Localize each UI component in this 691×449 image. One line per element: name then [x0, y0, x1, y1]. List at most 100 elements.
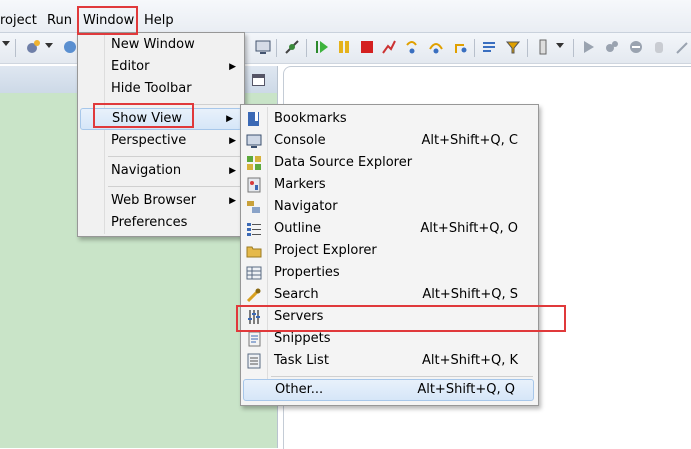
menu-item-label: Data Source Explorer	[274, 155, 413, 170]
menu-item-label: Outline	[274, 221, 322, 236]
menu-item-task-list[interactable]: Task List Alt+Shift+Q, K	[241, 350, 538, 372]
menu-item-bookmarks[interactable]: Bookmarks	[241, 108, 538, 130]
menu-item-perspective[interactable]: Perspective ▶	[78, 130, 244, 152]
menu-item-snippets[interactable]: Snippets	[241, 328, 538, 350]
menu-item-navigator[interactable]: Navigator	[241, 196, 538, 218]
menu-item-label: Snippets	[274, 331, 331, 346]
dropdown-arrow-icon[interactable]	[556, 43, 564, 48]
servers-icon	[248, 310, 260, 324]
menu-item-outline[interactable]: Outline Alt+Shift+Q, O	[241, 218, 538, 240]
menu-item-editor[interactable]: Editor ▶	[78, 56, 244, 78]
menu-item-show-view[interactable]: Show View ▶	[80, 108, 242, 130]
menu-item-label: Navigation	[111, 163, 182, 178]
disconnect-icon[interactable]	[381, 39, 397, 55]
menu-item-markers[interactable]: Markers	[241, 174, 538, 196]
menu-item-data-source-explorer[interactable]: Data Source Explorer	[241, 152, 538, 174]
globe-icon[interactable]	[62, 39, 78, 55]
menu-item-properties[interactable]: Properties	[241, 262, 538, 284]
pin-icon[interactable]	[675, 39, 691, 55]
task-list-icon	[247, 353, 261, 369]
toolbar-separator	[527, 39, 528, 57]
menu-item-web-browser[interactable]: Web Browser ▶	[78, 190, 244, 212]
suspend-icon[interactable]	[336, 39, 352, 55]
drop-to-frame-icon[interactable]	[482, 39, 498, 55]
project-explorer-icon	[246, 246, 262, 258]
menu-item-label: Project Explorer	[274, 243, 377, 258]
menu-item-new-window[interactable]: New Window	[78, 34, 244, 56]
skip-breakpoints-icon[interactable]	[284, 39, 300, 55]
menu-item-label: Preferences	[111, 215, 188, 230]
menu-item-shortcut: Alt+Shift+Q, K	[422, 353, 518, 368]
menu-item-label: Navigator	[274, 199, 338, 214]
menu-item-label: New Window	[111, 37, 195, 52]
new-wizard-icon[interactable]	[25, 39, 41, 55]
data-source-explorer-icon	[247, 156, 261, 170]
menu-run[interactable]: Run	[47, 13, 72, 28]
stop-icon[interactable]	[628, 39, 644, 55]
menu-item-shortcut: Alt+Shift+Q, C	[421, 133, 518, 148]
toolbar-separator	[474, 39, 475, 57]
menu-item-servers[interactable]: Servers	[241, 306, 538, 328]
console-icon	[246, 134, 262, 148]
menu-item-label: Properties	[274, 265, 340, 280]
step-return-icon[interactable]	[452, 39, 468, 55]
menu-separator	[271, 376, 533, 377]
menu-item-label: Show View	[112, 111, 183, 126]
toolbar-separator	[573, 39, 574, 57]
submenu-arrow-icon: ▶	[229, 62, 236, 72]
use-step-filters-icon[interactable]	[505, 39, 521, 55]
outline-icon	[247, 223, 261, 236]
menu-item-search[interactable]: Search Alt+Shift+Q, S	[241, 284, 538, 306]
menu-item-label: Markers	[274, 177, 326, 192]
submenu-arrow-icon: ▶	[229, 166, 236, 176]
dropdown-arrow-icon[interactable]	[45, 43, 53, 48]
markers-icon	[247, 177, 261, 193]
toolbar-separator	[15, 39, 16, 57]
menu-item-label: Hide Toolbar	[111, 81, 192, 96]
menu-item-hide-toolbar[interactable]: Hide Toolbar	[78, 78, 244, 100]
menu-item-label: Other...	[275, 382, 324, 397]
toolbar-separator	[276, 39, 277, 57]
menu-item-shortcut: Alt+Shift+Q, O	[420, 221, 518, 236]
menu-item-shortcut: Alt+Shift+Q, S	[422, 287, 518, 302]
hand-icon[interactable]	[651, 39, 667, 55]
dropdown-arrow-icon[interactable]	[2, 41, 10, 46]
step-into-icon[interactable]	[404, 39, 420, 55]
menu-item-label: Servers	[274, 309, 324, 324]
submenu-arrow-icon: ▶	[226, 114, 233, 124]
show-view-submenu: Bookmarks Console Alt+Shift+Q, C Data So…	[240, 104, 539, 406]
console-view-icon[interactable]	[255, 39, 271, 55]
menu-item-label: Search	[274, 287, 319, 302]
menu-item-navigation[interactable]: Navigation ▶	[78, 160, 244, 182]
external-tools-icon[interactable]	[535, 39, 551, 55]
run-to-line-icon[interactable]	[581, 39, 597, 55]
bookmarks-icon	[248, 112, 259, 126]
menu-item-other[interactable]: Other... Alt+Shift+Q, Q	[243, 379, 534, 401]
resume-icon[interactable]	[314, 39, 330, 55]
menu-item-console[interactable]: Console Alt+Shift+Q, C	[241, 130, 538, 152]
menu-item-shortcut: Alt+Shift+Q, Q	[417, 382, 515, 397]
menu-project[interactable]: roject	[0, 13, 37, 28]
snippets-icon	[248, 331, 261, 347]
terminate-icon[interactable]	[359, 39, 375, 55]
properties-icon	[246, 266, 262, 280]
maximize-icon[interactable]	[252, 74, 265, 86]
menu-window[interactable]: Window	[83, 13, 134, 28]
step-over-icon[interactable]	[428, 39, 444, 55]
remove-breakpoints-icon[interactable]	[604, 39, 620, 55]
menu-item-label: Task List	[274, 353, 329, 368]
menu-item-label: Web Browser	[111, 193, 197, 208]
menu-separator	[108, 156, 240, 157]
menu-separator	[108, 186, 240, 187]
menu-help[interactable]: Help	[144, 13, 174, 28]
menu-item-project-explorer[interactable]: Project Explorer	[241, 240, 538, 262]
menu-item-label: Perspective	[111, 133, 187, 148]
window-menu: New Window Editor ▶ Hide Toolbar Show Vi…	[77, 32, 245, 237]
menu-item-label: Console	[274, 133, 326, 148]
toolbar-separator	[306, 39, 307, 57]
navigator-icon	[247, 201, 260, 213]
submenu-arrow-icon: ▶	[229, 136, 236, 146]
menu-item-preferences[interactable]: Preferences	[78, 212, 244, 234]
submenu-arrow-icon: ▶	[229, 196, 236, 206]
search-icon	[246, 288, 261, 303]
